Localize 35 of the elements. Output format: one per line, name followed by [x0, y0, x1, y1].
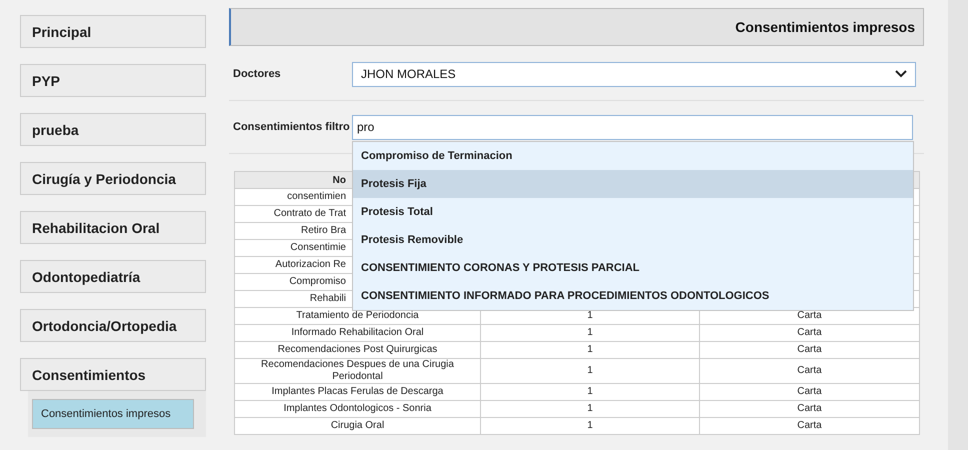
table-cell: Recomendaciones Post Quirurgicas [234, 342, 480, 358]
sidebar-item[interactable]: Consentimientos [20, 358, 206, 391]
table-cell: 1 [480, 418, 700, 434]
sidebar-item[interactable]: Odontopediatría [20, 260, 206, 293]
autocomplete-option[interactable]: Compromiso de Terminacion [353, 142, 913, 170]
submenu-item[interactable]: Consentimientos impresos [32, 399, 194, 429]
table-cell: Implantes Placas Ferulas de Descarga [234, 384, 480, 400]
table-cell: Cirugia Oral [234, 418, 480, 434]
field-label: Consentimientos filtro [233, 120, 351, 134]
table-cell: 1 [480, 342, 700, 358]
table-cell: Carta [700, 384, 920, 400]
table-cell: Informado Rehabilitacion Oral [234, 324, 480, 342]
filter-input[interactable]: pro [352, 114, 913, 140]
doctor-select[interactable]: JHON MORALES [352, 62, 916, 86]
sidebar-item[interactable]: prueba [20, 113, 206, 146]
table-cell: Carta [700, 400, 920, 418]
table-cell: Carta [700, 342, 920, 358]
table-cell: 1 [480, 384, 700, 400]
autocomplete-option[interactable]: Protesis Fija [353, 170, 913, 198]
table-cell: Carta [700, 358, 920, 384]
sidebar-item[interactable]: Cirugía y Periodoncia [20, 162, 206, 195]
panel-title: Consentimientos impresos [735, 19, 915, 35]
sidebar-item[interactable]: PYP [20, 64, 206, 97]
table-cell: 1 [480, 400, 700, 418]
table-cell: 1 [480, 324, 700, 342]
sidebar-item[interactable]: Ortodoncia/Ortopedia [20, 309, 206, 342]
table-cell: Recomendaciones Despues de una Cirugia Periodontal [234, 358, 480, 384]
sidebar-item[interactable]: Principal [20, 15, 206, 48]
sidebar-item[interactable]: Rehabilitacion Oral [20, 211, 206, 244]
table-cell: Implantes Odontologicos - Sonria [234, 400, 480, 418]
table-cell: 1 [480, 358, 700, 384]
chevron-icon [895, 70, 907, 78]
field-label: Doctores [233, 68, 282, 80]
table-cell: Carta [700, 418, 920, 434]
table-cell: Carta [700, 324, 920, 342]
